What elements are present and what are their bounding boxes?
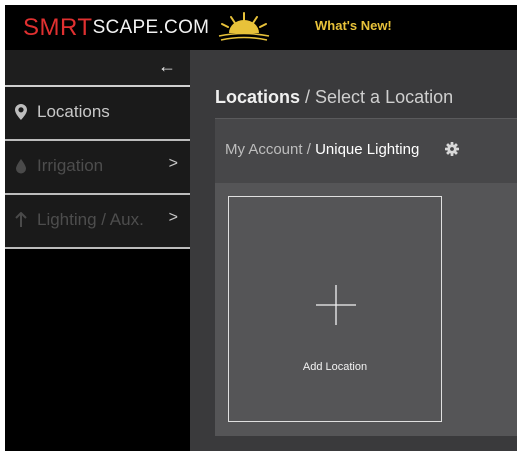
sidebar-item-lighting-aux[interactable]: Lighting / Aux. > <box>5 195 190 249</box>
chevron-right-icon: > <box>168 155 178 172</box>
chevron-right-icon: > <box>168 209 178 226</box>
sidebar-item-label: Locations <box>37 102 110 121</box>
plus-icon <box>316 285 356 325</box>
whats-new-link[interactable]: What's New! <box>315 18 392 33</box>
breadcrumb-root[interactable]: My Account <box>225 141 303 158</box>
water-drop-icon <box>16 159 26 174</box>
locations-grid: Add Location <box>215 183 517 436</box>
sidebar-item-label: Irrigation <box>37 156 104 175</box>
logo[interactable]: SMRTSCAPE.COM <box>23 14 210 41</box>
add-location-card[interactable]: Add Location <box>228 196 442 422</box>
page-title-sub: Select a Location <box>315 87 454 107</box>
logo-primary: SMRT <box>23 14 93 41</box>
page-title-separator: / <box>300 87 316 107</box>
top-bar: SMRTSCAPE.COM What's New! <box>5 5 517 50</box>
arrow-left-icon: ← <box>158 56 176 76</box>
map-marker-icon <box>15 104 27 120</box>
page-title: Locations / Select a Location <box>215 87 453 108</box>
breadcrumb: My Account / Unique Lighting <box>225 141 419 158</box>
logo-secondary: SCAPE.COM <box>92 17 210 38</box>
sidebar-collapse-button[interactable]: ← <box>5 50 190 87</box>
breadcrumb-current: Unique Lighting <box>315 141 420 158</box>
page-title-main: Locations <box>215 87 301 107</box>
arrow-up-icon <box>15 212 27 227</box>
panel-header: My Account / Unique Lighting <box>215 118 517 183</box>
app-window: SMRTSCAPE.COM What's New! ← Locations Ir… <box>5 5 517 451</box>
sidebar-item-irrigation[interactable]: Irrigation > <box>5 141 190 195</box>
sidebar-item-label: Lighting / Aux. <box>37 210 144 229</box>
main-content: Locations / Select a Location My Account… <box>190 50 517 451</box>
sidebar: ← Locations Irrigation > Lighting / Aux.… <box>5 50 190 451</box>
add-location-label: Add Location <box>302 361 368 373</box>
sun-logo-icon <box>218 12 270 41</box>
breadcrumb-separator: / <box>302 141 316 158</box>
gear-icon[interactable] <box>445 142 459 156</box>
sidebar-item-locations[interactable]: Locations <box>5 87 190 141</box>
